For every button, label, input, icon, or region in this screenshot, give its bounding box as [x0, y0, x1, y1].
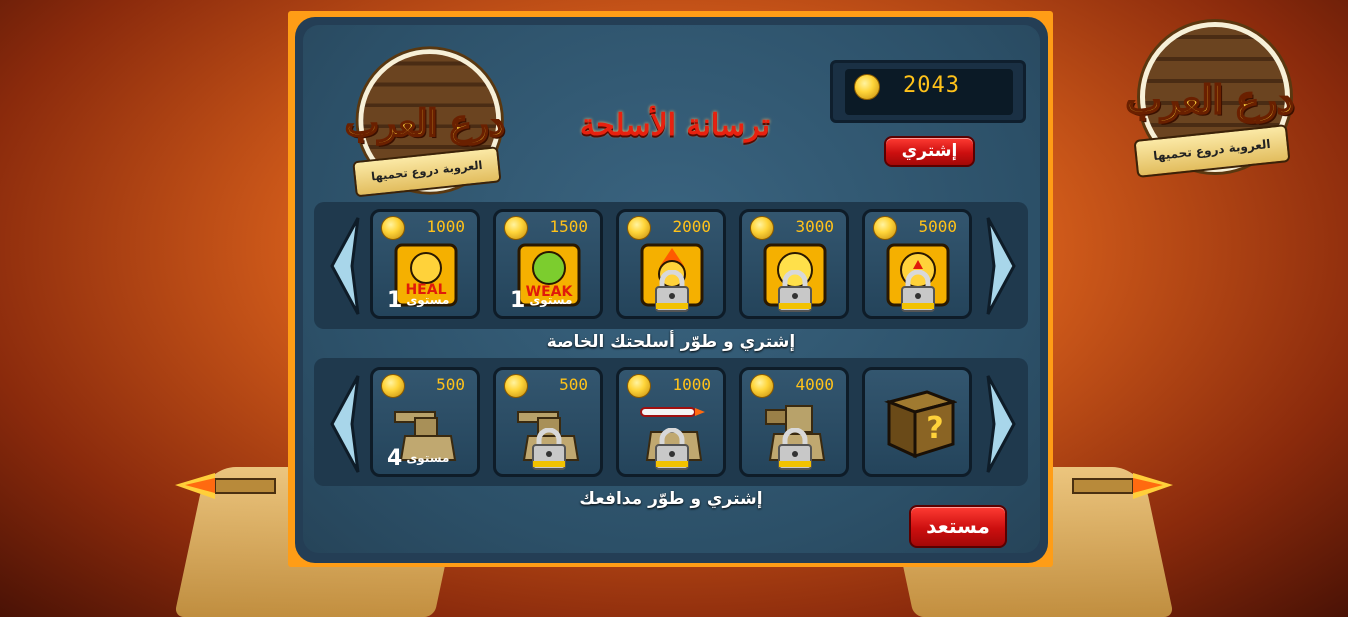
price-value: 4000: [795, 375, 834, 394]
weapons-caption: إشتري و طوّر أسلحتك الخاصة: [546, 332, 796, 352]
price-value: 1000: [672, 375, 711, 394]
level-badge: 4 مستوى: [387, 446, 449, 471]
price-value: 500: [559, 375, 588, 394]
cannons-arrow-left-icon[interactable]: [328, 374, 360, 474]
coin-icon: [504, 216, 528, 240]
price-value: 1500: [549, 217, 588, 236]
price-value: 500: [436, 375, 465, 394]
level-badge: 1 مستوى: [510, 288, 572, 313]
logo-title: درع العرب: [1125, 76, 1295, 123]
lock-icon: [778, 270, 812, 312]
lock-icon: [655, 270, 689, 312]
price: 1000: [623, 374, 719, 398]
coin-icon: [854, 74, 880, 100]
price: 2000: [623, 216, 719, 240]
lock-icon: [655, 428, 689, 470]
price-value: 3000: [795, 217, 834, 236]
weapon-slot-heal[interactable]: 1000 HEAL 1 مستوى: [370, 209, 480, 319]
game-logo-inner: درع العرب العروبة دروع تحميها: [344, 49, 506, 211]
svg-text:?: ?: [926, 411, 943, 446]
price: 500: [500, 374, 596, 398]
price: 3000: [746, 216, 842, 240]
price-value: 1000: [426, 217, 465, 236]
level-text: مستوى: [406, 293, 450, 307]
weapons-arrow-right-icon[interactable]: [986, 216, 1018, 316]
cannons-arrow-right-icon[interactable]: [986, 374, 1018, 474]
game-logo-outer: درع العرب العروبة دروع تحميها: [1125, 22, 1295, 192]
cannon-slot-2[interactable]: 500: [493, 367, 603, 477]
weapon-slot-weak[interactable]: 1500 WEAK 1 مستوى: [493, 209, 603, 319]
coin-icon: [627, 216, 651, 240]
weapon-slot-nuke[interactable]: 5000: [862, 209, 972, 319]
coin-icon: [504, 374, 528, 398]
price: 500: [377, 374, 473, 398]
weapon-slot-smash[interactable]: 2000: [616, 209, 726, 319]
level-number: 1: [510, 288, 526, 313]
price: 4000: [746, 374, 842, 398]
lock-icon: [778, 428, 812, 470]
coin-icon: [873, 216, 897, 240]
buy-coins-button[interactable]: إشتري: [884, 136, 975, 167]
level-text: مستوى: [529, 293, 573, 307]
coin-icon: [381, 374, 405, 398]
weapon-slot-hyper[interactable]: 3000: [739, 209, 849, 319]
coin-icon: [750, 374, 774, 398]
cannon-slot-1[interactable]: 500 4 مستوى: [370, 367, 480, 477]
price: 1500: [500, 216, 596, 240]
logo-title: درع العرب: [344, 101, 506, 146]
side-cannon-left-icon: [175, 473, 276, 499]
level-number: 4: [387, 446, 403, 471]
level-badge: 1 مستوى: [387, 288, 449, 313]
coin-icon: [750, 216, 774, 240]
lock-icon: [901, 270, 935, 312]
coin-icon: [381, 216, 405, 240]
side-cannon-right-icon: [1072, 473, 1173, 499]
price-value: 5000: [918, 217, 957, 236]
coin-amount: 2043: [903, 73, 960, 98]
weapons-arrow-left-icon[interactable]: [328, 216, 360, 316]
lock-icon: [532, 428, 566, 470]
price: 5000: [869, 216, 965, 240]
mystery-box-icon: ?: [884, 390, 957, 459]
price: 1000: [377, 216, 473, 240]
price-value: 2000: [672, 217, 711, 236]
ready-button[interactable]: مستعد: [909, 505, 1007, 548]
level-text: مستوى: [406, 451, 450, 465]
level-number: 1: [387, 288, 403, 313]
cannon-slot-gatling[interactable]: 4000: [739, 367, 849, 477]
cannon-slot-mystery[interactable]: ?: [862, 367, 972, 477]
coin-icon: [627, 374, 651, 398]
page-title: ترسانة الأسلحة: [579, 108, 771, 143]
coin-balance: 2043: [830, 60, 1026, 123]
cannon-slot-missile[interactable]: 1000: [616, 367, 726, 477]
